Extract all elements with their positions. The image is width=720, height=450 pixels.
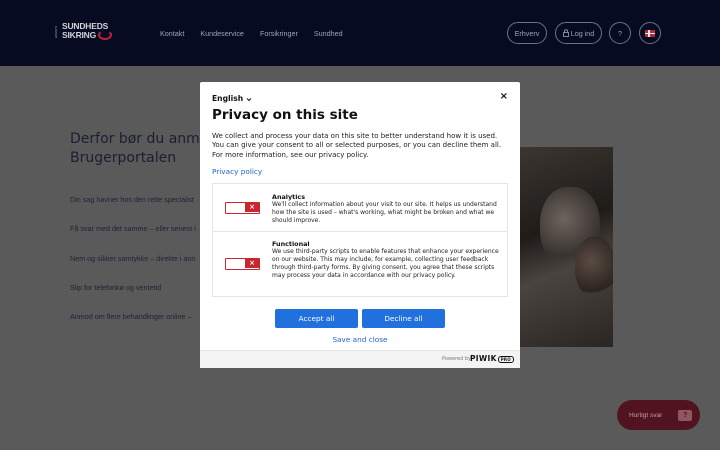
purpose-analytics: × Analytics We'll collect information ab… [213, 184, 507, 232]
language-selector[interactable]: English [212, 94, 252, 103]
powered-by-text: Powered by [442, 356, 471, 362]
piwik-logo[interactable]: PIWIK PRO [470, 354, 514, 363]
help-icon: ? [618, 28, 622, 38]
chat-label: Hurtigt svar [629, 411, 663, 419]
dialog-description: We collect and process your data on this… [212, 132, 502, 159]
close-icon[interactable]: × [500, 91, 508, 102]
accept-all-button[interactable]: Accept all [275, 309, 358, 328]
list-item: Slip for telefonkø og ventetid [70, 283, 162, 292]
help-button[interactable]: ? [609, 22, 631, 44]
nav-sundhed[interactable]: Sundhed [314, 29, 343, 38]
danish-flag-icon [645, 29, 655, 37]
nav-kundeservice[interactable]: Kundeservice [200, 29, 244, 38]
list-item: Din sag havner hos den rette specialist [70, 195, 194, 204]
functional-toggle[interactable]: × [225, 258, 260, 270]
purpose-functional: × Functional We use third-party scripts … [213, 232, 507, 297]
nav-kontakt[interactable]: Kontakt [160, 29, 184, 38]
language-button[interactable] [639, 22, 661, 44]
site-logo[interactable]: DANSKE SUNDHEDS SIKRING [54, 20, 116, 44]
toggle-off-icon: × [245, 203, 259, 212]
dialog-title: Privacy on this site [212, 107, 358, 123]
piwik-brand: PIWIK [470, 354, 497, 363]
purpose-description: We'll collect information about your vis… [272, 201, 497, 224]
purpose-name: Analytics [272, 193, 306, 201]
powered-by-footer: Powered by PIWIK PRO [200, 350, 520, 368]
login-button[interactable]: Log ind [555, 22, 602, 44]
logo-line2: SIKRING [62, 30, 97, 40]
decline-all-button[interactable]: Decline all [362, 309, 445, 328]
erhverv-button[interactable]: Erhverv [507, 22, 547, 44]
list-item: Nem og sikker samtykke – direkte i ann [70, 254, 196, 263]
page-heading-line1: Derfor bør du anme [70, 131, 209, 147]
logo-small-text: DANSKE [54, 26, 58, 39]
site-header: DANSKE SUNDHEDS SIKRING Kontakt Kundeser… [0, 0, 720, 66]
list-item: Få svar med det samme – eller senest i [70, 224, 196, 233]
privacy-consent-dialog: English × Privacy on this site We collec… [200, 82, 520, 368]
lock-icon [562, 29, 569, 37]
toggle-off-icon: × [245, 259, 259, 268]
privacy-policy-link[interactable]: Privacy policy [212, 167, 262, 176]
logo-swirl-icon [98, 30, 112, 40]
list-item: Anmod om flere behandlinger online – [70, 312, 192, 321]
page-heading-line2: Brugerportalen [70, 150, 177, 166]
chevron-down-icon [246, 97, 252, 101]
login-label: Log ind [570, 28, 595, 38]
erhverv-label: Erhverv [514, 28, 540, 38]
quick-answer-chat-button[interactable]: Hurtigt svar ? [617, 400, 700, 430]
save-and-close-link[interactable]: Save and close [200, 335, 520, 344]
language-label: English [212, 94, 244, 103]
chat-bubble-icon: ? [678, 409, 693, 421]
page-heading: Derfor bør du anme Brugerportalen [70, 130, 210, 168]
consent-purposes: × Analytics We'll collect information ab… [212, 183, 508, 297]
purpose-name: Functional [272, 240, 310, 248]
piwik-pro-tag: PRO [497, 355, 514, 363]
nav-forsikringer[interactable]: Forsikringer [260, 29, 298, 38]
analytics-toggle[interactable]: × [225, 202, 260, 214]
hero-photo [520, 147, 613, 347]
purpose-description: We use third-party scripts to enable fea… [272, 248, 499, 279]
main-nav: Kontakt Kundeservice Forsikringer Sundhe… [160, 29, 343, 38]
